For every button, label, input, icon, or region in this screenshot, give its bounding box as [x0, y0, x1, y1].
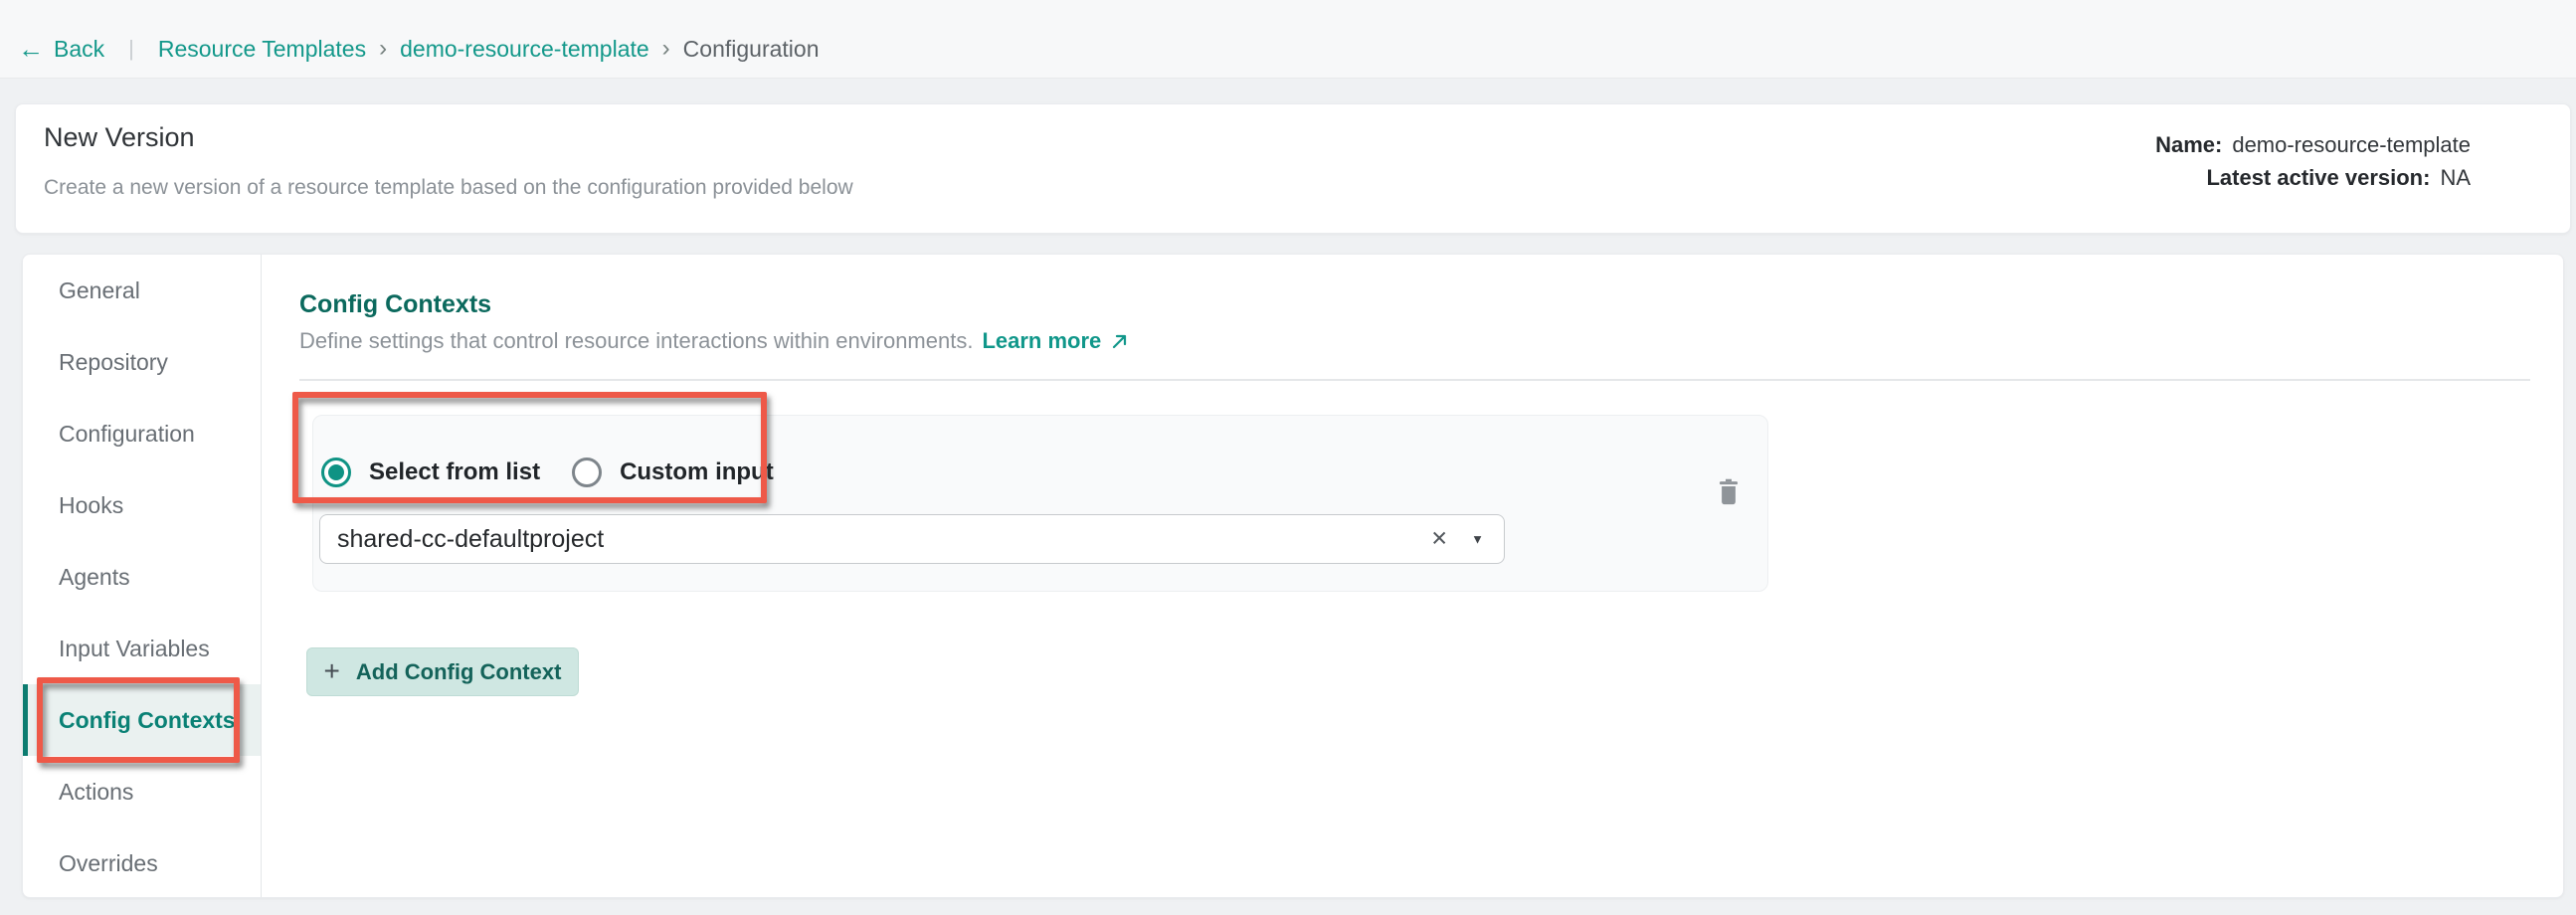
breadcrumb-separator-icon: ›: [662, 35, 670, 63]
sidebar-item-actions[interactable]: Actions: [23, 756, 261, 827]
sidebar-item-repository[interactable]: Repository: [23, 326, 261, 398]
back-arrow-icon: ←: [18, 36, 44, 62]
radio-select-from-list-label: Select from list: [369, 458, 540, 486]
sidebar-item-hooks[interactable]: Hooks: [23, 469, 261, 541]
meta-name-label: Name:: [2155, 128, 2222, 161]
breadcrumb-bar: ← Back | Resource Templates › demo-resou…: [0, 0, 2576, 79]
radio-custom-input[interactable]: [572, 458, 602, 487]
section-description-text: Define settings that control resource in…: [299, 328, 973, 354]
sidebar-item-configuration[interactable]: Configuration: [23, 398, 261, 469]
sidebar-item-general[interactable]: General: [23, 255, 261, 326]
external-link-icon: [1109, 330, 1131, 352]
learn-more-link[interactable]: Learn more: [982, 328, 1131, 354]
section-title: Config Contexts: [299, 290, 491, 319]
config-context-item-card: Select from list Custom input shared-cc-…: [312, 415, 1768, 592]
add-config-context-button[interactable]: + Add Config Context: [306, 647, 579, 696]
clear-selection-icon[interactable]: ✕: [1430, 529, 1448, 550]
breadcrumb-link-template-name[interactable]: demo-resource-template: [400, 36, 649, 63]
section-divider: [299, 379, 2530, 381]
radio-custom-input-label: Custom input: [620, 458, 774, 486]
learn-more-label: Learn more: [982, 328, 1101, 354]
back-button[interactable]: ← Back: [18, 36, 104, 63]
breadcrumb-separator-icon: ›: [379, 35, 387, 63]
add-config-context-label: Add Config Context: [356, 659, 562, 685]
chevron-down-icon[interactable]: ▼: [1471, 533, 1484, 546]
sidebar-item-agents[interactable]: Agents: [23, 541, 261, 613]
template-meta: Name: demo-resource-template Latest acti…: [2155, 128, 2471, 194]
breadcrumb-link-resource-templates[interactable]: Resource Templates: [158, 36, 366, 63]
active-indicator-bar: [23, 684, 28, 756]
page-title: New Version: [44, 122, 195, 153]
breadcrumb-current-page: Configuration: [683, 36, 820, 63]
radio-select-from-list[interactable]: [321, 458, 351, 487]
trash-icon: [1716, 477, 1742, 505]
settings-sidebar: General Repository Configuration Hooks A…: [23, 255, 262, 897]
breadcrumb: ← Back | Resource Templates › demo-resou…: [18, 35, 819, 63]
configuration-panel: General Repository Configuration Hooks A…: [22, 254, 2564, 898]
sidebar-item-config-contexts[interactable]: Config Contexts: [23, 684, 261, 756]
meta-version-label: Latest active version:: [2206, 161, 2430, 194]
page-subtitle: Create a new version of a resource templ…: [44, 176, 853, 200]
breadcrumb-divider: |: [128, 36, 134, 62]
new-version-header-card: New Version Create a new version of a re…: [15, 103, 2571, 234]
source-type-radio-group: Select from list Custom input: [321, 457, 774, 488]
sidebar-item-label: Config Contexts: [59, 707, 236, 734]
section-description: Define settings that control resource in…: [299, 328, 1131, 354]
meta-name-value: demo-resource-template: [2232, 128, 2471, 161]
config-context-select[interactable]: shared-cc-defaultproject ✕ ▼: [319, 514, 1505, 564]
config-context-selected-value: shared-cc-defaultproject: [337, 525, 604, 554]
plus-icon: +: [324, 657, 340, 685]
sidebar-item-overrides[interactable]: Overrides: [23, 827, 261, 897]
sidebar-item-input-variables[interactable]: Input Variables: [23, 613, 261, 684]
delete-config-context-button[interactable]: [1716, 477, 1742, 505]
meta-version-value: NA: [2440, 161, 2471, 194]
back-label: Back: [54, 36, 104, 63]
page: ← Back | Resource Templates › demo-resou…: [0, 0, 2576, 915]
